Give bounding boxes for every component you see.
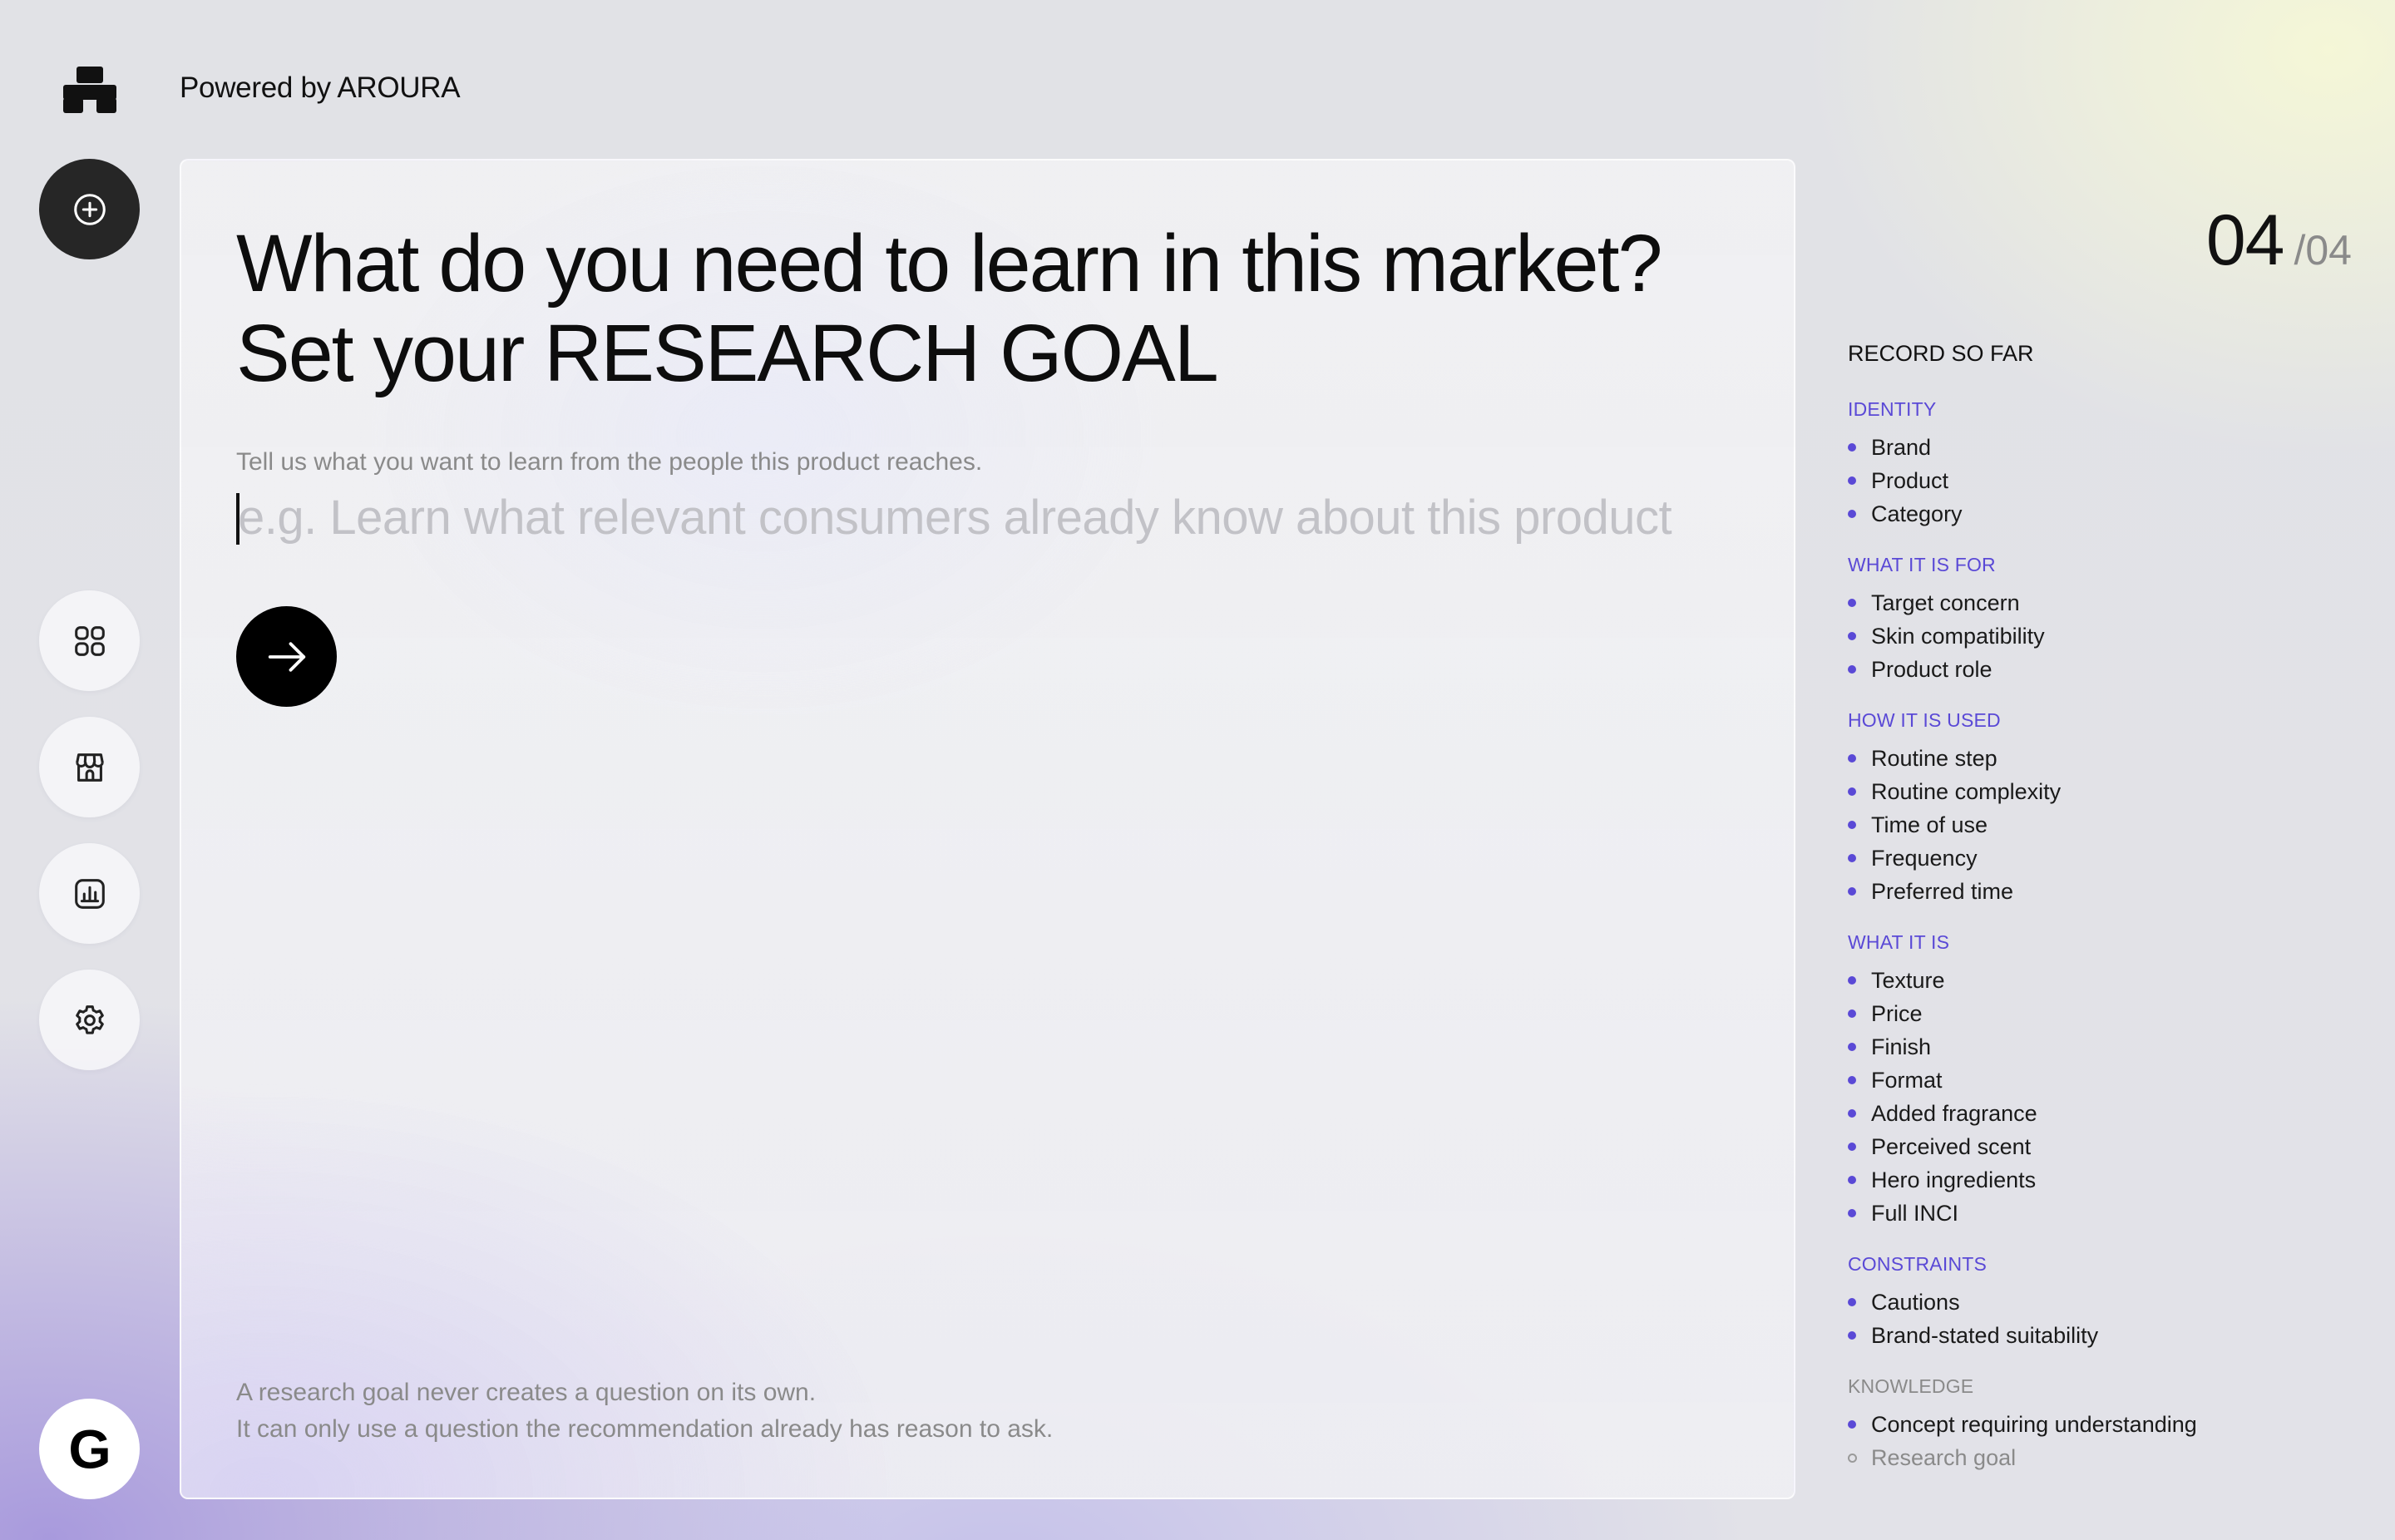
powered-by-label: Powered by AROURA [180,72,461,104]
record-section-what-it-is-for: WHAT IT IS FOR Target concern Skin compa… [1848,554,2314,686]
record-section-identity: IDENTITY Brand Product Category [1848,398,2314,531]
record-summary: RECORD SO FAR IDENTITY Brand Product Cat… [1848,341,2314,1498]
record-item: Routine complexity [1848,775,2314,808]
record-item: Cautions [1848,1286,2314,1319]
record-item: Format [1848,1064,2314,1097]
section-label: IDENTITY [1848,398,1937,420]
submit-button[interactable] [236,606,337,707]
record-item: Finish [1848,1030,2314,1064]
record-item: Concept requiring understanding [1848,1408,2314,1441]
plus-circle-icon [73,193,106,225]
footnote: A research goal never creates a question… [236,1375,1053,1448]
research-goal-field[interactable] [236,490,1733,545]
dashboard-nav-button[interactable] [39,590,140,691]
record-item: Added fragrance [1848,1097,2314,1130]
step-current: 04 [2205,200,2285,280]
settings-nav-button[interactable] [39,970,140,1070]
record-item: Target concern [1848,586,2314,619]
section-label: WHAT IT IS [1848,931,1950,953]
record-item: Routine step [1848,742,2314,775]
record-section-knowledge: KNOWLEDGE Concept requiring understandin… [1848,1375,2314,1474]
record-item: Perceived scent [1848,1130,2314,1163]
step-counter: 04 /04 [2206,200,2352,282]
record-item: Product role [1848,653,2314,686]
record-item: Brand [1848,431,2314,464]
section-label: HOW IT IS USED [1848,709,2001,731]
record-title: RECORD SO FAR [1848,341,2034,366]
record-item: Brand-stated suitability [1848,1319,2314,1352]
arrow-right-icon [268,641,305,672]
record-item: Product [1848,464,2314,497]
headline-instruction: Set your RESEARCH GOAL [236,308,1219,398]
analytics-nav-button[interactable] [39,843,140,944]
section-label: WHAT IT IS FOR [1848,554,1996,575]
record-section-constraints: CONSTRAINTS Cautions Brand-stated suitab… [1848,1253,2314,1352]
store-nav-button[interactable] [39,717,140,817]
record-item: Skin compatibility [1848,619,2314,653]
store-icon [75,753,104,782]
step-total: /04 [2294,227,2352,274]
page-title: What do you need to learn in this market… [236,219,1662,398]
research-goal-panel: What do you need to learn in this market… [180,159,1795,1499]
logo-mark-icon [63,67,116,113]
headline-question: What do you need to learn in this market… [236,218,1662,308]
new-project-button[interactable] [39,159,140,259]
gear-icon [75,1004,104,1034]
record-item: Price [1848,997,2314,1030]
research-goal-input[interactable] [236,490,1733,545]
account-initial: G [68,1419,111,1479]
record-item: Time of use [1848,808,2314,842]
record-section-what-it-is: WHAT IT IS Texture Price Finish Format A… [1848,931,2314,1230]
record-item-pending: Research goal [1848,1441,2314,1474]
record-item: Preferred time [1848,875,2314,908]
footnote-line-1: A research goal never creates a question… [236,1379,817,1406]
chart-icon [74,878,105,909]
record-item: Frequency [1848,842,2314,875]
section-label: KNOWLEDGE [1848,1375,1974,1397]
grid-icon [74,625,105,656]
record-item: Category [1848,497,2314,531]
footnote-line-2: It can only use a question the recommend… [236,1415,1054,1443]
input-prompt: Tell us what you want to learn from the … [236,448,983,476]
aroura-logo [63,67,116,113]
section-label: CONSTRAINTS [1848,1253,1988,1275]
account-avatar-button[interactable]: G [39,1399,140,1499]
g-logo-icon: G [68,1419,111,1479]
record-item: Full INCI [1848,1197,2314,1230]
text-caret [236,493,240,545]
record-item: Texture [1848,964,2314,997]
record-section-how-it-is-used: HOW IT IS USED Routine step Routine comp… [1848,709,2314,908]
record-item: Hero ingredients [1848,1163,2314,1197]
